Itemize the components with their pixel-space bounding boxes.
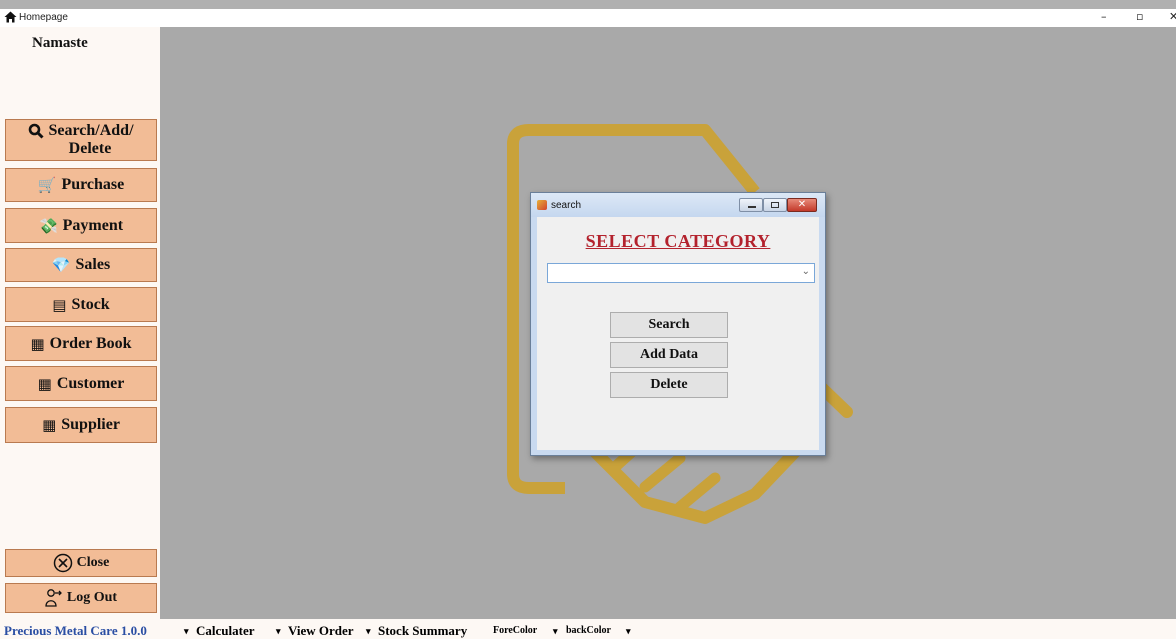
dropdown-arrow-icon: ▾ [626,626,631,636]
dialog-minimize-button[interactable] [739,198,763,212]
backcolor-menu[interactable]: backColor [566,625,611,636]
delete-label: Delete [68,140,112,157]
chevron-down-icon: ⌄ [801,266,810,277]
sidebar-item-order-book[interactable]: ▦ Order Book [5,326,157,361]
minimize-icon [748,206,756,208]
search-add-label: Search/Add/ [48,122,134,139]
supplier-icon: ▦ [42,416,57,434]
delete-button[interactable]: Delete [610,372,728,398]
window-title: Homepage [19,12,68,23]
search-add-delete-button[interactable]: Search/Add/ Delete [5,119,157,161]
close-label: Close [76,555,110,570]
logout-button[interactable]: Log Out [5,583,157,613]
sales-label: Sales [75,256,111,273]
forecolor-menu[interactable]: ForeColor [493,625,537,636]
minimize-button[interactable]: – [1101,10,1107,23]
stock-summary-menu[interactable]: Stock Summary [378,623,467,639]
customer-label: Customer [56,374,125,392]
close-button[interactable]: Close [5,549,157,577]
bottom-menubar: Precious Metal Care 1.0.0 ▾ Calculater ▾… [0,619,1176,639]
sidebar-item-supplier[interactable]: ▦ Supplier [5,407,157,443]
search-button[interactable]: Search [610,312,728,338]
dialog-close-button[interactable]: ✕ [787,198,817,212]
sidebar-item-purchase[interactable]: 🛒 Purchase [5,168,157,202]
add-data-button[interactable]: Add Data [610,342,728,368]
payment-label: Payment [62,216,124,234]
sidebar-item-customer[interactable]: ▦ Customer [5,366,157,401]
dropdown-arrow-icon: ▾ [276,626,281,636]
dialog-maximize-button[interactable] [763,198,787,212]
sidebar-item-payment[interactable]: 💸 Payment [5,208,157,243]
logout-label: Log Out [66,590,118,605]
top-strip [0,0,1176,9]
sidebar-item-stock[interactable]: ▤ Stock [5,287,157,322]
customer-icon: ▦ [37,374,52,393]
maximize-icon [771,202,779,208]
dropdown-arrow-icon: ▾ [184,626,189,636]
dialog-title: search [551,200,582,211]
logout-icon [45,589,62,607]
dropdown-arrow-icon: ▾ [366,626,371,636]
stock-icon: ▤ [52,295,67,314]
calculater-menu[interactable]: Calculater [196,623,254,639]
app-version-menu[interactable]: Precious Metal Care 1.0.0 [4,623,147,639]
stock-label: Stock [71,295,110,313]
order-book-icon: ▦ [30,334,45,353]
select-category-heading: SELECT CATEGORY [585,231,771,251]
dialog-body: SELECT CATEGORY ⌄ Search Add Data Delete [537,217,819,450]
sales-icon: 💎 [51,256,71,274]
sidebar [0,27,160,619]
cart-icon: 🛒 [37,176,57,194]
close-circle-icon [53,553,72,573]
order-book-label: Order Book [49,334,132,352]
category-dropdown[interactable]: ⌄ [547,263,815,283]
close-icon: ✕ [797,199,807,210]
dropdown-arrow-icon: ▾ [553,626,558,636]
close-window-button[interactable]: ✕ [1169,10,1176,23]
dialog-app-icon [537,200,547,210]
dialog-titlebar: search ✕ [531,193,825,217]
view-order-menu[interactable]: View Order [288,623,354,639]
supplier-label: Supplier [61,416,120,433]
home-icon [4,11,17,23]
maximize-button[interactable]: ▫ [1136,10,1143,23]
search-icon [29,123,45,139]
payment-icon: 💸 [38,216,58,235]
sidebar-item-sales[interactable]: 💎 Sales [5,248,157,282]
greeting-label: Namaste [32,35,88,51]
window-titlebar: Homepage – ▫ ✕ [0,9,1176,27]
search-dialog: search ✕ SELECT CATEGORY ⌄ Search Add Da… [530,192,826,456]
purchase-label: Purchase [61,176,125,193]
